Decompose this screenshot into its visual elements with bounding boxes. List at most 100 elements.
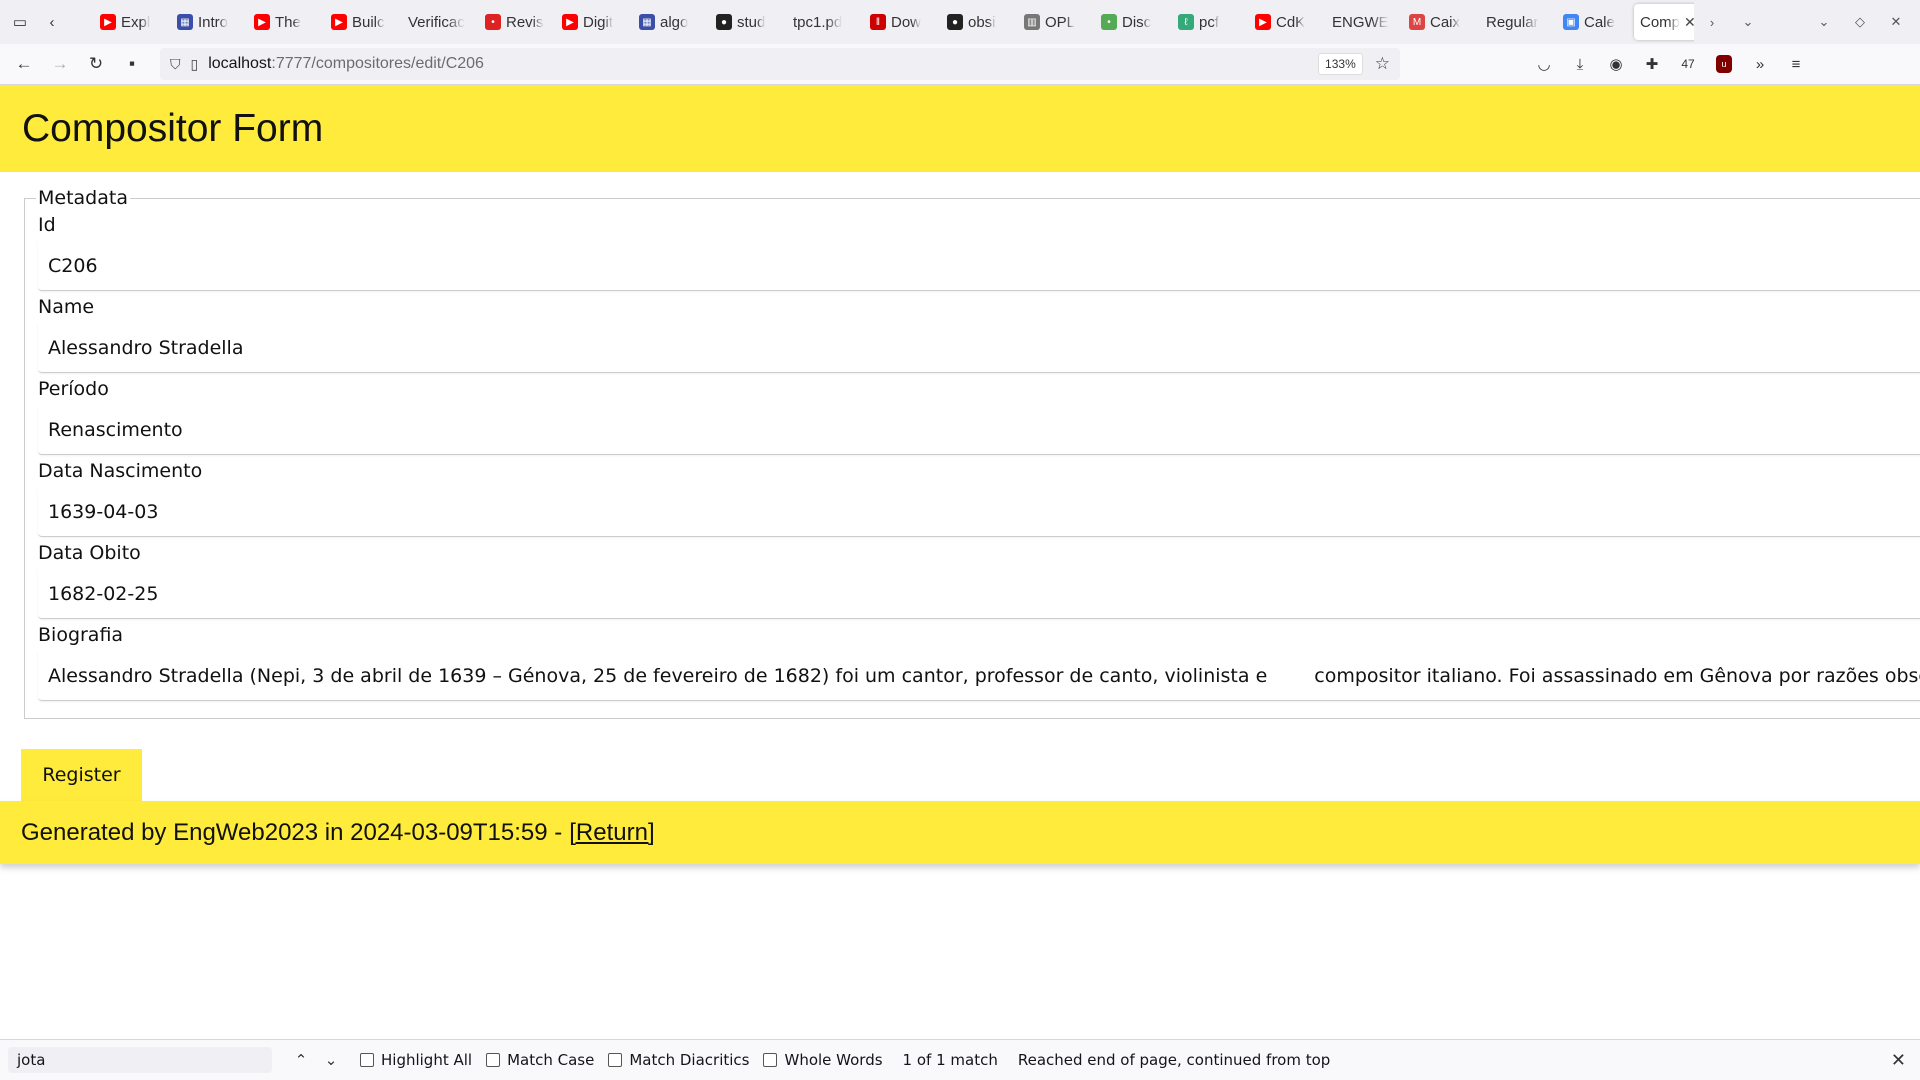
metadata-fieldset: Metadata Id C206 Name Alessandro Stradel… [24, 187, 1920, 719]
list-all-tabs-icon[interactable]: ⌄ [1730, 14, 1766, 30]
leaf-icon: ℓ [1178, 14, 1194, 30]
ublock-icon[interactable]: u [1716, 55, 1732, 73]
browser-tab[interactable]: ▶ Builc [325, 4, 402, 40]
register-button[interactable]: Register [21, 749, 142, 801]
bookmark-star-icon[interactable]: ☆ [1375, 54, 1390, 74]
tab-label: Disc [1122, 13, 1152, 31]
scroll-tabs-right-icon[interactable]: › [1694, 15, 1730, 30]
checkbox-label: Match Diacritics [629, 1051, 750, 1069]
url-path: :7777/compositores/edit/C206 [271, 55, 484, 72]
tab-label: Builc [352, 13, 385, 31]
tab-label: Revis [506, 13, 544, 31]
browser-tab[interactable]: ▣ Cale [1557, 4, 1634, 40]
tab-label: OPL [1045, 13, 1076, 31]
field-value: 1682-02-25 [48, 582, 159, 605]
back-icon[interactable]: ← [6, 48, 42, 80]
browser-tab[interactable]: ● stud [710, 4, 787, 40]
github-icon: ● [716, 14, 732, 30]
field-label: Biografia [38, 624, 124, 646]
tab-overview-icon[interactable]: ▭ [0, 0, 40, 44]
tab-label: Dow [891, 13, 922, 31]
fieldset-legend: Metadata [38, 187, 128, 209]
data-nascimento-input[interactable]: 1639-04-03 [38, 487, 1920, 537]
find-next-icon[interactable]: ⌄ [316, 1051, 346, 1069]
browser-tab[interactable]: ENGWE [1326, 4, 1403, 40]
forward-icon[interactable]: → [42, 48, 78, 80]
checkbox-icon [608, 1053, 623, 1067]
id-input[interactable]: C206 [38, 241, 1920, 291]
zoom-level[interactable]: 133% [1318, 53, 1363, 75]
tab-label: Cale [1584, 13, 1615, 31]
browser-tab[interactable]: ▦ algo [633, 4, 710, 40]
browser-tab[interactable]: ℓ pcf [1172, 4, 1249, 40]
browser-tab[interactable]: ▦ Intro [171, 4, 248, 40]
field-label: Id [38, 214, 56, 236]
youtube-icon: ▶ [254, 14, 270, 30]
highlight-all-checkbox[interactable]: Highlight All [360, 1051, 472, 1069]
find-input[interactable]: jota [8, 1047, 272, 1073]
page-content: Compositor Form Metadata Id C206 Name Al… [0, 85, 1920, 864]
url-host: localhost [208, 55, 272, 72]
browser-tab[interactable]: ▶ Expl [94, 4, 171, 40]
field-value-continued: compositor italiano. Foi assassinado em … [1314, 664, 1920, 687]
browser-tab[interactable]: Verificac [402, 4, 479, 40]
overflow-icon[interactable]: » [1742, 56, 1778, 73]
find-previous-icon[interactable]: ⌃ [286, 1051, 316, 1069]
page-info-icon[interactable]: ▯ [191, 56, 199, 73]
tab-label: pcf [1199, 13, 1220, 31]
browser-tab-active[interactable]: Comp ✕ [1634, 4, 1694, 40]
browser-tab[interactable]: ● obsi [941, 4, 1018, 40]
browser-tab[interactable]: M Caix [1403, 4, 1480, 40]
restore-icon[interactable]: ◇ [1842, 14, 1878, 30]
extension-hat-icon[interactable]: ▪ [114, 48, 150, 80]
browser-tab[interactable]: • Disc [1095, 4, 1172, 40]
shield-icon[interactable]: ⛉ [170, 56, 181, 73]
browser-tab[interactable]: Regular [1480, 4, 1557, 40]
browser-tab[interactable]: ▥ OPL [1018, 4, 1095, 40]
return-link[interactable]: [Return] [569, 819, 654, 847]
downloads-icon[interactable]: ⤓ [1562, 56, 1598, 73]
biografia-input[interactable]: Alessandro Stradella (Nepi, 3 de abril d… [38, 651, 1920, 701]
name-input[interactable]: Alessandro Stradella [38, 323, 1920, 373]
scroll-tabs-left-icon[interactable]: ‹ [40, 0, 64, 44]
toolbar-icons: ◡ ⤓ ◉ ✚ 47 u » ≡ [1526, 55, 1814, 73]
browser-tab[interactable]: • Revis [479, 4, 556, 40]
find-bar: jota ⌃ ⌄ Highlight All Match Case Match … [0, 1039, 1920, 1080]
gmail-icon: M [1409, 14, 1425, 30]
url-bar[interactable]: ⛉ ▯ localhost:7777/compositores/edit/C20… [160, 48, 1400, 80]
menu-icon[interactable]: ≡ [1778, 56, 1814, 73]
minimize-icon[interactable]: ⌄ [1806, 14, 1842, 30]
pocket-icon[interactable]: ◡ [1526, 55, 1562, 73]
tab-bar: ▭ ‹ ▶ Expl ▦ Intro ▶ The ▶ Builc Verificac • Revis… [0, 0, 1920, 44]
tab-label: CdK [1276, 13, 1306, 31]
extensions-icon[interactable]: ✚ [1634, 55, 1670, 73]
field-periodo: Período Renascimento [38, 373, 1920, 455]
close-findbar-icon[interactable]: ✕ [1891, 1050, 1906, 1071]
browser-tab[interactable]: ‖ Dow [864, 4, 941, 40]
reload-icon[interactable]: ↻ [78, 48, 114, 80]
close-window-icon[interactable]: ✕ [1878, 14, 1914, 30]
whole-words-checkbox[interactable]: Whole Words [763, 1051, 883, 1069]
match-diacritics-checkbox[interactable]: Match Diacritics [608, 1051, 749, 1069]
field-name: Name Alessandro Stradella [38, 291, 1920, 373]
field-data-nascimento: Data Nascimento 1639-04-03 [38, 455, 1920, 537]
navigation-bar: ← → ↻ ▪ ⛉ ▯ localhost:7777/compositores/… [0, 44, 1920, 85]
page-header: Compositor Form [0, 85, 1920, 172]
checkbox-label: Whole Words [784, 1051, 883, 1069]
find-status: 1 of 1 match [902, 1051, 998, 1069]
browser-tab[interactable]: ▶ CdK [1249, 4, 1326, 40]
extension-count[interactable]: 47 [1670, 57, 1706, 71]
find-query: jota [17, 1051, 46, 1069]
account-icon[interactable]: ◉ [1598, 55, 1634, 73]
periodo-input[interactable]: Renascimento [38, 405, 1920, 455]
close-tab-icon[interactable]: ✕ [1684, 14, 1694, 31]
building-icon: ▥ [1024, 14, 1040, 30]
tab-label: Comp [1640, 13, 1681, 31]
match-case-checkbox[interactable]: Match Case [486, 1051, 594, 1069]
browser-tab[interactable]: ▶ The [248, 4, 325, 40]
browser-tab[interactable]: ▶ Digit [556, 4, 633, 40]
youtube-icon: ▶ [100, 14, 116, 30]
tab-label: stud [737, 13, 766, 31]
browser-tab[interactable]: tpc1.pd [787, 4, 864, 40]
data-obito-input[interactable]: 1682-02-25 [38, 569, 1920, 619]
